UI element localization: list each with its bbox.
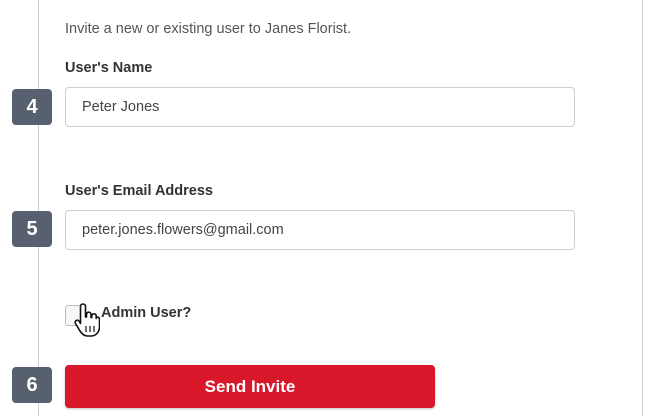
- step-badge-4: 4: [12, 89, 52, 125]
- hand-pointer-icon: [74, 303, 100, 337]
- step-badge-5: 5: [12, 211, 52, 247]
- step-badge-6: 6: [12, 367, 52, 403]
- name-input[interactable]: [65, 87, 575, 127]
- admin-checkbox-label: Admin User?: [101, 305, 192, 321]
- name-label: User's Name: [65, 60, 153, 76]
- email-label: User's Email Address: [65, 183, 213, 199]
- intro-text: Invite a new or existing user to Janes F…: [65, 21, 352, 37]
- send-invite-button[interactable]: Send Invite: [65, 365, 435, 408]
- email-input[interactable]: [65, 210, 575, 250]
